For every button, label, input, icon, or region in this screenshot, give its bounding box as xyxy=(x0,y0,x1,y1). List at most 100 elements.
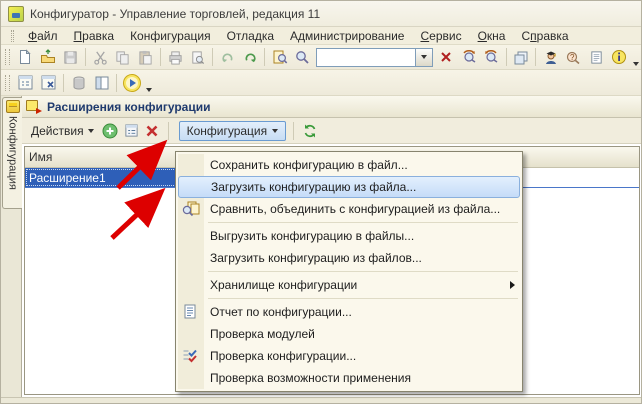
start-debugging-button[interactable] xyxy=(120,72,143,93)
menu-item-save-to-file[interactable]: Сохранить конфигурацию в файл... xyxy=(176,154,522,176)
close-configuration-button[interactable] xyxy=(37,72,60,93)
syntax-assistant-button[interactable] xyxy=(539,47,562,68)
print-preview-icon xyxy=(190,50,205,65)
add-button[interactable] xyxy=(102,123,119,139)
menu-item-check-configuration[interactable]: Проверка конфигурации... xyxy=(176,345,522,367)
find-previous-button[interactable] xyxy=(480,47,503,68)
separator xyxy=(160,48,161,66)
actions-button[interactable]: Действия xyxy=(27,122,98,140)
menu-item-dump-to-files[interactable]: Выгрузить конфигурацию в файлы... xyxy=(176,225,522,247)
new-button[interactable] xyxy=(14,47,37,68)
database-icon xyxy=(71,75,87,91)
panel-icon xyxy=(94,75,110,91)
separator xyxy=(264,48,265,66)
window-title: Конфигуратор - Управление торговлей, ред… xyxy=(30,7,320,21)
print-preview-button[interactable] xyxy=(187,47,210,68)
app-icon xyxy=(8,6,24,22)
chevron-down-icon xyxy=(272,129,278,133)
menu-help[interactable]: Справка xyxy=(513,28,576,44)
configuration-toolbar xyxy=(1,70,641,96)
help-search-icon: ? xyxy=(565,49,581,65)
configuration-menu-button[interactable]: Конфигурация xyxy=(179,121,287,141)
cut-button[interactable] xyxy=(89,47,112,68)
print-button[interactable] xyxy=(164,47,187,68)
menu-bar: Файл Правка Конфигурация Отладка Админис… xyxy=(1,27,641,45)
refresh-icon xyxy=(302,123,318,139)
toolbar-grip[interactable] xyxy=(5,49,10,65)
menu-item-configuration-report[interactable]: Отчет по конфигурации... xyxy=(176,301,522,323)
menu-configuration[interactable]: Конфигурация xyxy=(122,28,219,44)
report-icon xyxy=(182,304,200,320)
info-button[interactable] xyxy=(607,47,630,68)
copy-button[interactable] xyxy=(112,47,135,68)
save-button[interactable] xyxy=(59,47,82,68)
open-folder-icon xyxy=(40,49,56,65)
syntax-help-button[interactable]: ? xyxy=(562,47,585,68)
menu-item-check-modules[interactable]: Проверка модулей xyxy=(176,323,522,345)
search-button[interactable] xyxy=(291,47,314,68)
windows-list-button[interactable] xyxy=(510,47,533,68)
open-button[interactable] xyxy=(37,47,60,68)
menu-administration[interactable]: Администрирование xyxy=(282,28,412,44)
configuration-dropdown-menu: Сохранить конфигурацию в файл... Загрузи… xyxy=(175,151,523,392)
menu-debug[interactable]: Отладка xyxy=(219,28,282,44)
menu-edit[interactable]: Правка xyxy=(66,28,123,44)
new-document-icon xyxy=(17,49,33,65)
column-header-label: Имя xyxy=(29,150,52,164)
sidebar-tab-label: Конфигурация xyxy=(7,116,19,190)
separator xyxy=(85,48,86,66)
main-toolbar: ? xyxy=(1,45,641,70)
title-bar: Конфигуратор - Управление торговлей, ред… xyxy=(1,1,641,27)
chevron-down-icon xyxy=(88,129,94,133)
separator xyxy=(116,74,117,92)
save-icon xyxy=(63,50,78,65)
paste-button[interactable] xyxy=(134,47,157,68)
toolbar-grip[interactable] xyxy=(5,75,10,91)
debug-dropdown-button[interactable] xyxy=(146,88,152,92)
menu-item-configuration-repository[interactable]: Хранилище конфигурации xyxy=(176,274,522,296)
refresh-button[interactable] xyxy=(301,123,318,139)
search-dropdown-button[interactable] xyxy=(416,48,433,67)
printer-icon xyxy=(168,50,183,65)
left-tab-strip: Конфигурация xyxy=(1,96,22,397)
actions-label: Действия xyxy=(31,124,84,138)
menu-file[interactable]: Файл xyxy=(20,28,66,44)
clear-search-button[interactable] xyxy=(435,47,458,68)
configurator-window: Конфигуратор - Управление торговлей, ред… xyxy=(0,0,642,404)
templates-button[interactable] xyxy=(585,47,608,68)
menu-item-check-applicability[interactable]: Проверка возможности применения xyxy=(176,367,522,389)
separator xyxy=(63,74,64,92)
delete-button[interactable] xyxy=(144,123,161,139)
syntax-assistant-icon xyxy=(543,49,559,65)
play-icon xyxy=(122,73,142,93)
find-next-button[interactable] xyxy=(457,47,480,68)
redo-button[interactable] xyxy=(239,47,262,68)
panel-title: Расширения конфигурации xyxy=(47,100,211,114)
panel-button[interactable] xyxy=(90,72,113,93)
extensions-icon xyxy=(26,100,42,114)
sidebar-tab-configuration[interactable]: Конфигурация xyxy=(2,97,22,209)
document-lines-icon xyxy=(589,50,604,65)
menu-service[interactable]: Сервис xyxy=(412,28,469,44)
configuration-icon xyxy=(6,100,20,113)
separator xyxy=(293,122,294,140)
menu-item-compare-merge[interactable]: Сравнить, объединить с конфигурацией из … xyxy=(176,198,522,220)
search-combobox xyxy=(316,48,433,67)
open-configuration-button[interactable] xyxy=(14,72,37,93)
menu-item-load-from-file[interactable]: Загрузить конфигурацию из файла... xyxy=(178,176,520,198)
global-search-button[interactable] xyxy=(268,47,291,68)
panel-header: Расширения конфигурации xyxy=(22,96,641,118)
menu-windows[interactable]: Окна xyxy=(470,28,514,44)
search-input[interactable] xyxy=(316,48,416,67)
separator xyxy=(168,122,169,140)
status-bar xyxy=(1,397,641,403)
close-configuration-icon xyxy=(40,74,57,91)
add-icon xyxy=(102,123,118,139)
menu-item-load-from-files[interactable]: Загрузить конфигурацию из файлов... xyxy=(176,247,522,269)
toolbar-grip[interactable] xyxy=(11,30,14,42)
database-button[interactable] xyxy=(67,72,90,93)
undo-button[interactable] xyxy=(216,47,239,68)
toolbar-overflow-button[interactable] xyxy=(633,62,639,66)
info-icon xyxy=(611,49,627,65)
properties-button[interactable] xyxy=(123,123,140,139)
